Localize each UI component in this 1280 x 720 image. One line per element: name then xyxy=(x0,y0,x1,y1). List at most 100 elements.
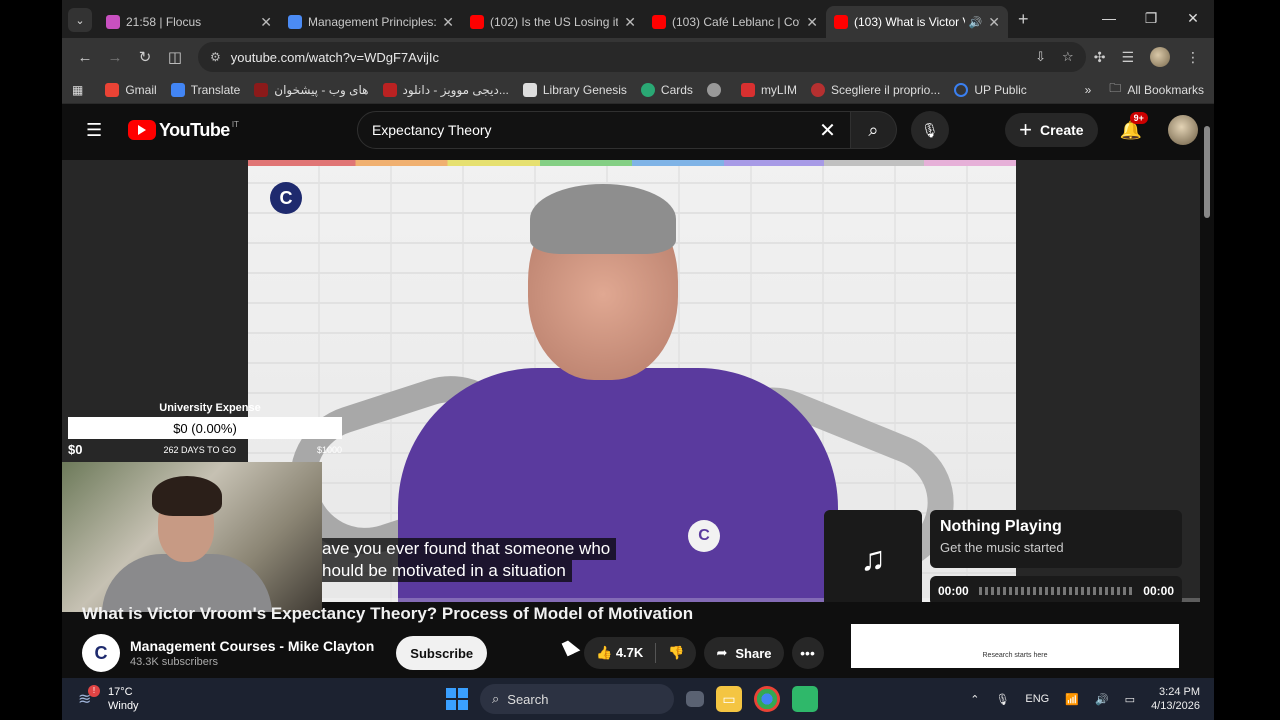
bookmark-up-public[interactable]: UP Public xyxy=(954,82,1027,97)
like-button[interactable]: 👍 4.7K xyxy=(596,645,643,661)
task-view-icon[interactable] xyxy=(686,691,704,707)
volume-icon[interactable]: 🔊 xyxy=(1095,693,1109,706)
restore-button[interactable]: ❐ xyxy=(1130,0,1172,36)
create-button[interactable]: + Create xyxy=(1005,113,1098,147)
bookmark-label: myLIM xyxy=(760,82,797,97)
bookmark-label: Scegliere il proprio... xyxy=(830,82,941,97)
minimize-button[interactable]: — xyxy=(1088,0,1130,36)
search-button[interactable]: ⌕ xyxy=(850,111,897,149)
show-hidden-icon[interactable]: ⌃ xyxy=(970,693,979,706)
microphone-icon[interactable]: 🎙 xyxy=(995,693,1009,706)
tab-management-principles[interactable]: Management Principles: ✕ xyxy=(280,6,462,38)
bookmark-cards[interactable]: Cards xyxy=(640,82,693,97)
date: 4/13/2026 xyxy=(1151,700,1200,712)
microphone-icon: 🎙 xyxy=(921,121,939,138)
wifi-icon[interactable]: 📶 xyxy=(1065,693,1079,706)
ad-banner[interactable]: Research starts here xyxy=(851,624,1179,668)
more-bookmarks-icon[interactable]: » xyxy=(1085,83,1092,97)
battery-icon[interactable]: ▭ xyxy=(1125,693,1135,706)
search-placeholder: Search xyxy=(507,691,549,707)
page-scrollbar[interactable] xyxy=(1200,108,1214,678)
progress-track[interactable] xyxy=(978,587,1134,595)
split-view-icon[interactable]: ◫ xyxy=(160,48,190,66)
site-info-icon[interactable]: ⚙ xyxy=(210,50,221,64)
bookmark-label: Cards xyxy=(660,82,693,97)
ad-text: Research starts here xyxy=(982,652,1048,659)
account-avatar[interactable] xyxy=(1168,115,1198,145)
scrollbar-thumb[interactable] xyxy=(1204,126,1210,218)
dislike-button[interactable]: 👎 xyxy=(668,645,684,661)
hamburger-menu-icon[interactable]: ☰ xyxy=(86,120,106,141)
tab-search-button[interactable]: ⌄ xyxy=(68,8,92,32)
browser-window: ⌄ 21:58 | Flocus ✕ Management Principles… xyxy=(62,0,1214,678)
caption-line: hould be motivated in a situation xyxy=(316,560,572,582)
channel-name[interactable]: Management Courses - Mike Clayton xyxy=(130,638,374,654)
profile-avatar[interactable] xyxy=(1150,47,1170,67)
forward-button[interactable]: → xyxy=(100,49,130,66)
tab-flocus[interactable]: 21:58 | Flocus ✕ xyxy=(98,6,280,38)
notification-badge: 9+ xyxy=(1129,111,1148,124)
tab-us-losing[interactable]: (102) Is the US Losing its ✕ xyxy=(462,6,644,38)
bookmark-persian-web[interactable]: های وب - پیشخوان xyxy=(254,82,369,97)
share-label: Share xyxy=(735,645,772,661)
bookmark-scegliere[interactable]: Scegliere il proprio... xyxy=(810,82,941,97)
install-app-icon[interactable]: ⇩ xyxy=(1035,49,1046,65)
system-tray: ⌃ 🎙 ENG 📶 🔊 ▭ 3:24 PM 4/13/2026 xyxy=(970,685,1200,713)
close-icon[interactable]: ✕ xyxy=(442,14,454,31)
mylim-icon xyxy=(740,82,755,97)
reading-list-icon[interactable]: ☰ xyxy=(1121,49,1134,66)
plus-icon: + xyxy=(1019,117,1032,142)
cards-icon xyxy=(640,82,655,97)
bookmark-globe[interactable] xyxy=(706,82,727,97)
youtube-logo[interactable]: YouTube IT xyxy=(128,120,239,141)
close-icon[interactable]: ✕ xyxy=(988,14,1000,31)
flocus-favicon-icon xyxy=(106,15,120,29)
bookmark-mylim[interactable]: myLIM xyxy=(740,82,797,97)
expense-widget: University Expense $0 (0.00%) $0 262 DAY… xyxy=(68,402,342,457)
taskbar-search[interactable]: ⌕ Search xyxy=(480,684,674,714)
expense-min: $0 xyxy=(68,442,83,457)
all-bookmarks[interactable]: 🗀 All Bookmarks xyxy=(1109,79,1204,100)
bookmark-digimoviez[interactable]: دیجی موویز - دانلود... xyxy=(382,82,509,97)
weather-widget[interactable]: ≋! 17°C Windy xyxy=(78,685,139,713)
close-icon[interactable]: ✕ xyxy=(260,14,272,31)
language-indicator[interactable]: ENG xyxy=(1025,693,1049,705)
subscribe-button[interactable]: Subscribe xyxy=(396,636,488,670)
all-bookmarks-label: All Bookmarks xyxy=(1127,82,1204,97)
search-input[interactable]: Expectancy Theory ✕ xyxy=(356,111,851,149)
chrome-icon[interactable] xyxy=(754,686,780,712)
bookmark-translate[interactable]: Translate xyxy=(170,82,240,97)
app-icon[interactable] xyxy=(792,686,818,712)
search-icon: ⌕ xyxy=(492,691,500,706)
bookmark-gmail[interactable]: Gmail xyxy=(105,82,157,97)
bookmark-library-genesis[interactable]: Library Genesis xyxy=(522,82,627,97)
search-icon: ⌕ xyxy=(868,119,879,140)
music-progress[interactable]: 00:00 00:00 xyxy=(930,576,1182,602)
clear-search-icon[interactable]: ✕ xyxy=(819,118,836,143)
address-bar[interactable]: ⚙ youtube.com/watch?v=WDgF7AvijIc ⇩ ☆ xyxy=(198,42,1086,72)
back-button[interactable]: ← xyxy=(70,49,100,66)
voice-search-button[interactable]: 🎙 xyxy=(910,111,949,149)
extensions-icon[interactable]: ✣ xyxy=(1094,49,1106,66)
reload-button[interactable]: ↻ xyxy=(130,48,160,66)
close-icon[interactable]: ✕ xyxy=(806,14,818,31)
new-tab-button[interactable]: + xyxy=(1018,9,1029,30)
file-explorer-icon[interactable]: ▭ xyxy=(716,686,742,712)
apps-icon[interactable]: ▦ xyxy=(72,83,83,97)
expense-label: University Expense xyxy=(159,402,261,414)
more-actions-button[interactable]: ••• xyxy=(791,637,824,669)
bookmark-star-icon[interactable]: ☆ xyxy=(1062,49,1074,65)
clock[interactable]: 3:24 PM 4/13/2026 xyxy=(1151,685,1200,713)
close-window-button[interactable]: ✕ xyxy=(1172,0,1214,36)
tab-cafe-leblanc[interactable]: (103) Café Leblanc | Coff ✕ xyxy=(644,6,826,38)
speaker-icon[interactable]: 🔊 xyxy=(969,16,983,29)
subscriber-count: 43.3K subscribers xyxy=(130,656,219,668)
notifications-button[interactable]: 🔔 9+ xyxy=(1120,111,1148,141)
days-to-go: 262 DAYS TO GO xyxy=(163,444,236,455)
start-button[interactable] xyxy=(446,688,468,710)
tab-victor-vroom[interactable]: (103) What is Victor V 🔊 ✕ xyxy=(826,6,1008,38)
menu-icon[interactable]: ⋮ xyxy=(1186,49,1200,66)
channel-avatar[interactable]: C xyxy=(82,634,120,672)
share-button[interactable]: ➦ Share xyxy=(704,637,784,669)
close-icon[interactable]: ✕ xyxy=(624,14,636,31)
